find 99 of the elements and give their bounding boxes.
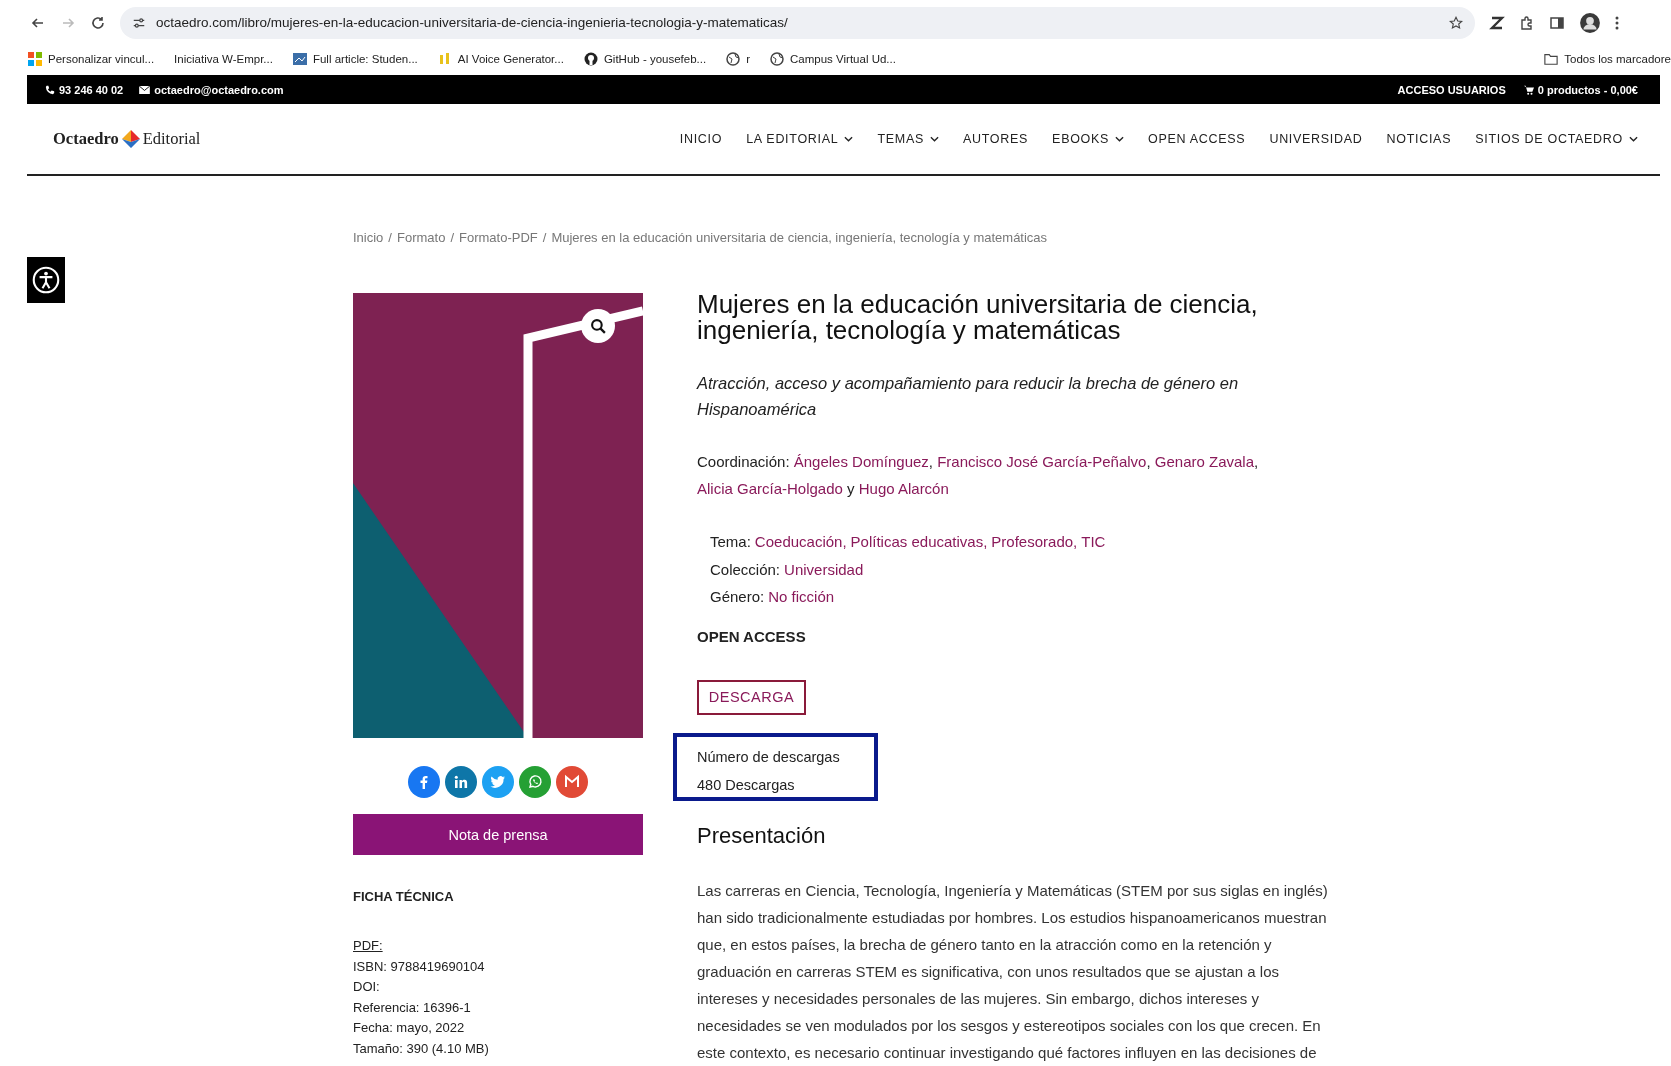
logo-suffix[interactable]: Editorial [142,129,201,149]
grid-icon [28,52,42,66]
accessibility-button[interactable] [27,257,65,303]
side-panel-icon[interactable] [1549,14,1565,31]
nav-item[interactable]: INICIO [679,132,723,146]
bookmark-link[interactable]: Full article: Studen... [312,53,418,65]
nav-item[interactable]: NOTICIAS [1386,132,1452,146]
site-settings-icon[interactable] [132,15,146,30]
github-icon [583,52,598,66]
whatsapp-icon [527,774,543,790]
nav-item[interactable]: EBOOKS [1052,132,1125,146]
nav-item[interactable]: LA EDITORIAL [746,132,854,146]
bookmark-link[interactable]: Iniciativa W-Empr... [174,53,273,65]
share-button[interactable] [519,766,551,798]
downloads-label: Número de descargas [697,747,841,767]
meta-link[interactable]: TIC [1081,533,1106,550]
star-icon[interactable] [1449,15,1463,30]
meta-link[interactable]: No ficción [768,588,835,605]
bookmark-link[interactable]: r [746,53,751,65]
menu-icon[interactable] [1615,14,1619,31]
document-icon [292,52,307,66]
search-icon [589,317,607,335]
share-button[interactable] [445,766,477,798]
chevron-icon [844,136,854,142]
breadcrumb-link[interactable]: Formato [397,230,446,245]
share-button[interactable] [408,766,440,798]
breadcrumb-separator: / [450,230,454,245]
comma: , [1073,533,1078,550]
description-paragraph: Las carreras en Ciencia, Tecnología, Ingeniería y Matemáticas (STEM por sus siglas en inglés) han sido tradicionalmente estudiadas por hombres. Los estudios hispanoamericanos muestran que, en estos países, la brecha de género tanto en la atracción como en la retención y graduación en carreras STEM es significativa, con unos resultados que se ajustan a los intereses y necesidades personales de las mujeres. Sin embargo, dichos intereses y necesidades se ven modulados por los sesgos y estereotipos sociales con los que crecen. En este contexto, es necesario continuar investigando qué factores influyen en las decisiones de [697,880,1329,1063]
author-link[interactable]: Francisco José García-Peñalvo [937,453,1147,470]
bookmark-link[interactable]: AI Voice Generator... [457,53,564,65]
globe-icon [726,52,741,66]
spec-line: DOI: [353,978,381,996]
format-link[interactable]: PDF: [353,936,643,957]
nav-item[interactable]: SITIOS DE OCTAEDRO [1475,132,1638,146]
author-link[interactable]: Alicia García-Holgado [697,480,843,497]
accessibility-icon [32,266,60,294]
author-link[interactable]: Hugo Alarcón [858,480,949,497]
bird-icon [490,774,506,790]
z-extension-icon[interactable] [1489,14,1505,31]
comma: , [983,533,988,550]
chevron-icon [930,136,939,142]
reload-icon[interactable] [90,14,106,31]
spec-line: Fecha: mayo, 2022 [353,1019,466,1037]
breadcrumb-link[interactable]: Formato-PDF [459,230,538,245]
meta-label: Género: [710,587,765,607]
share-button[interactable] [482,766,514,798]
breadcrumb-separator: / [388,230,392,245]
book-title: Mujeres en la educación universitaria de ciencia, ingeniería, tecnología y matemáticas [697,291,1259,343]
cart-icon [1523,84,1534,95]
breadcrumb-current: Mujeres en la educación universitaria de ciencia, ingeniería, tecnología y matemáticas [551,230,1048,245]
nav-item[interactable]: AUTORES [963,132,1029,146]
bookmark-link[interactable]: Personalizar vincul... [48,53,155,65]
chevron-icon [1629,136,1638,142]
spec-line: ISBN: 9788419690104 [353,957,486,976]
spec-line: Tamaño: 390 (4.10 MB) [353,1039,490,1058]
section-heading: Presentación [697,822,827,849]
avatar-icon[interactable] [1579,11,1601,34]
bookmark-link[interactable]: Campus Virtual Ud... [790,53,896,65]
comma: , [842,533,847,550]
phone-icon [45,84,55,95]
share-button[interactable] [556,766,588,798]
author-link[interactable]: Genaro Zavala [1154,453,1254,470]
email-link[interactable]: octaedro@octaedro.com [154,83,284,96]
logo-icon [120,129,141,149]
meta-label: Colección: [710,559,781,580]
access-label: OPEN ACCESS [697,627,807,645]
coordination-text: Coordinación: Ángeles Domínguez, Francisco José García-Peñalvo, Genaro Zavala, Alicia García-Holgado y Hugo Alarcón [697,452,1260,499]
globe-icon [770,52,785,66]
address-bar[interactable]: octaedro.com/libro/mujeres-en-la-educacion-universitaria-de-ciencia-ingenieria-tecnologia-y-matematicas/ [120,6,1475,39]
bookmark-folder[interactable]: Todos los marcadore [1564,53,1671,65]
cart-link[interactable]: 0 productos - 0,00€ [1537,83,1638,96]
nav-item[interactable]: TEMAS [877,132,939,146]
section-title: FICHA TÉCNICA [353,889,455,904]
envelope-icon [139,85,151,94]
logo-name[interactable]: Octaedro [53,129,119,149]
meta-label: Tema: [710,532,751,552]
chevron-icon [1115,136,1125,142]
book-cover-drawing[interactable] [353,293,643,738]
meta-link[interactable]: Coeducación [754,533,843,550]
downloads-count: 480 Descargas [697,775,796,795]
mail-icon [564,774,580,790]
nav-item[interactable]: UNIVERSIDAD [1269,132,1363,146]
nav-item[interactable]: OPEN ACCESS [1148,132,1246,146]
book-subtitle: Atracción, acceso y acompañamiento para reducir la brecha de género en Hispanoamérica [697,373,1240,420]
folder-icon [1544,52,1559,66]
puzzle-icon[interactable] [1519,14,1535,31]
press-release-button[interactable]: Nota de prensa [353,814,643,855]
phone-number[interactable]: 93 246 40 02 [59,83,124,96]
author-link[interactable]: Ángeles Domínguez [793,453,929,470]
login-link[interactable]: ACCESO USUARIOS [1397,83,1506,96]
bookmark-link[interactable]: GitHub - yousefeb... [603,53,707,65]
breadcrumb-separator: / [542,230,547,245]
breadcrumb-link[interactable]: Inicio [353,230,384,245]
meta-link[interactable]: Universidad [784,560,864,578]
linkedin-icon [453,774,469,790]
spec-line: Referencia: 16396-1 [353,998,472,1017]
bars-icon [437,52,452,66]
download-button[interactable]: DESCARGA [697,679,806,715]
